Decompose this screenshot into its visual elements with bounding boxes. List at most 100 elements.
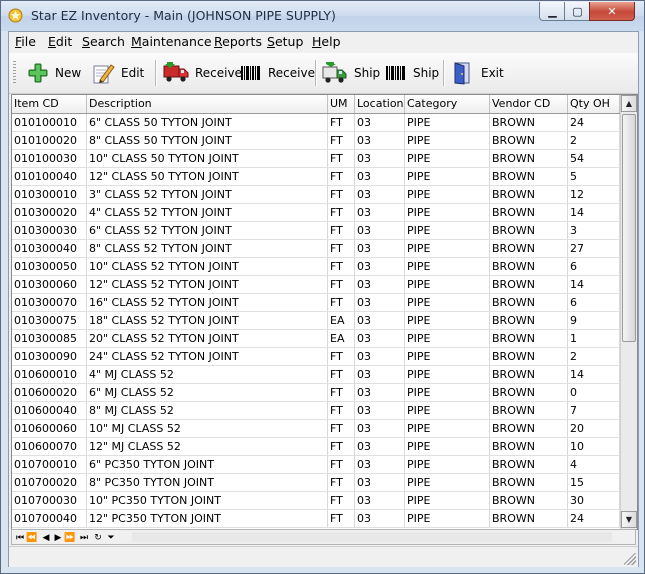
horizontal-scrollbar[interactable] [132,532,612,542]
menu-maintenance[interactable]: Maintenance [131,34,212,49]
scroll-thumb[interactable] [622,114,636,342]
first-record-button[interactable]: ⏮ [14,531,26,544]
maximize-button[interactable]: ▢ [564,2,591,21]
menu-edit[interactable]: Edit [48,34,72,49]
column-header-location[interactable]: Location [355,95,405,113]
menu-reports[interactable]: Reports [214,34,262,49]
table-cell: FT [328,258,355,275]
pencil-icon [93,64,115,84]
table-cell: 12" MJ CLASS 52 [87,438,328,455]
table-row[interactable]: 010300075 18" CLASS 52 TYTON JOINT EA 03 PIP… [12,312,620,330]
table-cell: PIPE [405,366,490,383]
menu-file[interactable]: File [15,34,36,49]
table-cell: FT [328,204,355,221]
next-page-button[interactable]: ⏩ [64,531,76,544]
table-cell: 03 [355,222,405,239]
table-row[interactable]: 010700010 6" PC350 TYTON JOINT FT 03 PIPE BRO… [12,456,620,474]
prev-page-button[interactable]: ⏪ [26,531,38,544]
column-header-um[interactable]: UM [328,95,355,113]
table-cell: 6" MJ CLASS 52 [87,384,328,401]
ship-button[interactable]: Ship [322,59,380,87]
table-row[interactable]: 010100010 6" CLASS 50 TYTON JOINT FT 03 PIPE… [12,114,620,132]
filter-button[interactable]: ⏷ [105,531,117,544]
table-cell: EA [328,312,355,329]
table-row[interactable]: 010300085 20" CLASS 52 TYTON JOINT EA 03 PIP… [12,330,620,348]
edit-label: Edit [121,66,145,80]
table-cell: 10" CLASS 52 TYTON JOINT [87,258,328,275]
column-header-vendor-cd[interactable]: Vendor CD [490,95,568,113]
column-header-description[interactable]: Description [87,95,328,113]
table-row[interactable]: 010300040 8" CLASS 52 TYTON JOINT FT 03 PIPE… [12,240,620,258]
table-cell: FT [328,366,355,383]
table-row[interactable]: 010100020 8" CLASS 50 TYTON JOINT FT 03 PIPE… [12,132,620,150]
table-cell: BROWN [490,438,568,455]
table-cell: 03 [355,492,405,509]
table-row[interactable]: 010300070 16" CLASS 52 TYTON JOINT FT 03 PIP… [12,294,620,312]
table-cell: 10 [568,438,620,455]
column-header-category[interactable]: Category [405,95,490,113]
truck-ship-icon [322,62,347,83]
table-cell: 010300010 [12,186,87,203]
receive-label: Receive [195,66,242,80]
table-row[interactable]: 010300050 10" CLASS 52 TYTON JOINT FT 03 PIP… [12,258,620,276]
scroll-down-button[interactable]: ▼ [621,511,637,528]
prev-record-button[interactable]: ◀ [40,531,52,544]
refresh-button[interactable]: ↻ [92,531,104,544]
edit-button[interactable]: Edit [91,59,144,87]
table-cell: PIPE [405,294,490,311]
size-grip[interactable] [624,553,636,565]
menu-search[interactable]: Search [82,34,125,49]
table-row[interactable]: 010600070 12" MJ CLASS 52 FT 03 PIPE BROWN 10 [12,438,620,456]
table-cell: 010600020 [12,384,87,401]
table-row[interactable]: 010600060 10" MJ CLASS 52 FT 03 PIPE BROWN 20 [12,420,620,438]
table-row[interactable]: 010700040 12" PC350 TYTON JOINT FT 03 PIPE BR… [12,510,620,528]
column-header-qty-oh[interactable]: Qty OH [568,95,620,113]
close-button[interactable]: ✕ [589,2,635,21]
ship-label: Ship [354,66,381,80]
table-cell: 010300040 [12,240,87,257]
barcode-icon [241,66,260,80]
close-icon: ✕ [607,4,617,18]
table-cell: 0 [568,384,620,401]
table-cell: 03 [355,186,405,203]
scroll-up-button[interactable]: ▲ [621,95,637,112]
table-row[interactable]: 010300030 6" CLASS 52 TYTON JOINT FT 03 PIPE… [12,222,620,240]
table-row[interactable]: 010600040 8" MJ CLASS 52 FT 03 PIPE BROWN 7 [12,402,620,420]
menu-help[interactable]: Help [312,34,341,49]
new-button[interactable]: New [27,59,81,87]
exit-button[interactable]: Exit [451,59,504,87]
last-record-button[interactable]: ⏭ [78,531,90,544]
table-row[interactable]: 010600010 4" MJ CLASS 52 FT 03 PIPE BROWN 14 [12,366,620,384]
refresh-icon: ↻ [94,532,102,543]
table-cell: 010600010 [12,366,87,383]
prev-icon: ◀ [42,532,50,543]
table-cell: BROWN [490,420,568,437]
table-row[interactable]: 010300010 3" CLASS 52 TYTON JOINT FT 03 PIPE… [12,186,620,204]
table-cell: 8" CLASS 52 TYTON JOINT [87,240,328,257]
menu-setup[interactable]: Setup [267,34,303,49]
minimize-button[interactable]: ▁ [539,2,566,21]
table-cell: 010600060 [12,420,87,437]
table-cell: FT [328,186,355,203]
table-row[interactable]: 010300060 12" CLASS 52 TYTON JOINT FT 03 PIP… [12,276,620,294]
table-row[interactable]: 010700030 10" PC350 TYTON JOINT FT 03 PIPE BR… [12,492,620,510]
column-header-item-cd[interactable]: Item CD [12,95,87,113]
table-row[interactable]: 010300020 4" CLASS 52 TYTON JOINT FT 03 PIPE… [12,204,620,222]
table-row[interactable]: 010700020 8" PC350 TYTON JOINT FT 03 PIPE BRO… [12,474,620,492]
receive-button[interactable]: Receive [163,59,242,87]
table-row[interactable]: 010300090 24" CLASS 52 TYTON JOINT FT 03 PIP… [12,348,620,366]
table-cell: 03 [355,366,405,383]
ship-scan-button[interactable]: Ship [385,59,439,87]
table-row[interactable]: 010100040 12" CLASS 50 TYTON JOINT FT 03 PIP… [12,168,620,186]
table-row[interactable]: 010100030 10" CLASS 50 TYTON JOINT FT 03 PIP… [12,150,620,168]
table-cell: 4" MJ CLASS 52 [87,366,328,383]
table-cell: 03 [355,420,405,437]
receive-scan-button[interactable]: Receive [240,59,315,87]
title-bar[interactable]: Star EZ Inventory - Main (JOHNSON PIPE S… [1,1,644,31]
table-row[interactable]: 010600020 6" MJ CLASS 52 FT 03 PIPE BROWN 0 [12,384,620,402]
toolbar-grip[interactable] [13,61,16,85]
toolbar-separator [155,60,157,86]
next-record-button[interactable]: ▶ [52,531,64,544]
vertical-scrollbar[interactable]: ▲ ▼ [620,95,637,529]
inventory-grid[interactable]: Item CD Description UM Location Category Vend… [11,94,638,530]
